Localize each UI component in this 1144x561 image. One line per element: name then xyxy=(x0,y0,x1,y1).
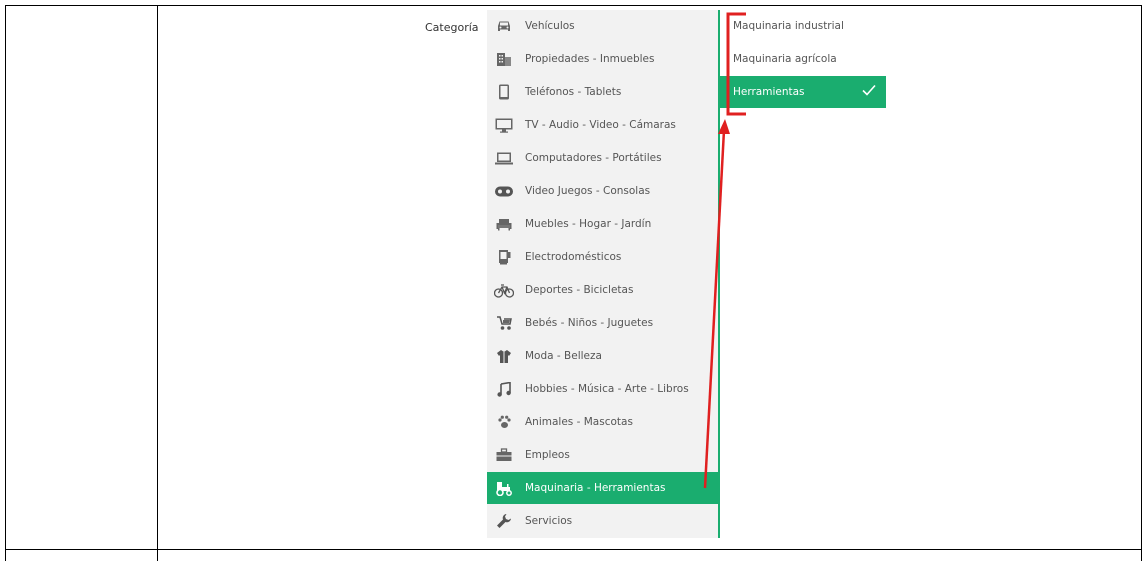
sofa-icon xyxy=(494,216,514,232)
category-label: Electrodomésticos xyxy=(525,251,622,263)
category-field-label: Categoría xyxy=(425,21,479,34)
wrench-icon xyxy=(494,513,514,529)
bicycle-icon xyxy=(494,282,514,298)
music-icon xyxy=(494,381,514,397)
category-item-vehiculos[interactable]: Vehículos xyxy=(487,10,718,42)
category-item-servicios[interactable]: Servicios xyxy=(487,505,718,537)
category-item-maquinaria[interactable]: Maquinaria - Herramientas xyxy=(487,472,718,504)
category-item-moda[interactable]: Moda - Belleza xyxy=(487,340,718,372)
category-item-empleos[interactable]: Empleos xyxy=(487,439,718,471)
category-item-computadores[interactable]: Computadores - Portátiles xyxy=(487,142,718,174)
category-label: Empleos xyxy=(525,449,570,461)
phone-icon xyxy=(494,84,514,100)
table-row-divider xyxy=(5,549,1142,550)
check-icon xyxy=(862,84,876,99)
tractor-icon xyxy=(494,480,514,496)
subcategory-item-maquinaria-industrial[interactable]: Maquinaria industrial xyxy=(720,10,886,42)
subcategory-label: Maquinaria agrícola xyxy=(733,53,837,65)
category-label: Computadores - Portátiles xyxy=(525,152,662,164)
monitor-icon xyxy=(494,117,514,133)
category-label: Moda - Belleza xyxy=(525,350,602,362)
paw-icon xyxy=(494,414,514,430)
car-icon xyxy=(494,18,514,34)
category-item-propiedades[interactable]: Propiedades - Inmuebles xyxy=(487,43,718,75)
category-label: Teléfonos - Tablets xyxy=(525,86,622,98)
category-item-videojuegos[interactable]: Video Juegos - Consolas xyxy=(487,175,718,207)
category-item-bebes[interactable]: Bebés - Niños - Juguetes xyxy=(487,307,718,339)
category-label: Bebés - Niños - Juguetes xyxy=(525,317,654,329)
building-icon xyxy=(494,51,514,67)
category-label: Deportes - Bicicletas xyxy=(525,284,634,296)
category-label: Servicios xyxy=(525,515,573,527)
category-label: Maquinaria - Herramientas xyxy=(525,482,666,494)
category-label: Muebles - Hogar - Jardín xyxy=(525,218,652,230)
category-label: Propiedades - Inmuebles xyxy=(525,53,655,65)
clothing-icon xyxy=(494,348,514,364)
table-column-divider xyxy=(157,5,158,561)
gamepad-icon xyxy=(494,183,514,199)
stroller-icon xyxy=(494,315,514,331)
subcategory-label: Herramientas xyxy=(733,86,805,98)
briefcase-icon xyxy=(494,447,514,463)
subcategory-item-herramientas[interactable]: Herramientas xyxy=(720,76,886,108)
category-label: Hobbies - Música - Arte - Libros xyxy=(525,383,689,395)
category-list: Vehículos Propiedades - Inmuebles Teléfo… xyxy=(487,10,718,538)
category-item-tv-audio[interactable]: TV - Audio - Video - Cámaras xyxy=(487,109,718,141)
category-item-animales[interactable]: Animales - Mascotas xyxy=(487,406,718,438)
laptop-icon xyxy=(494,150,514,166)
category-item-hobbies[interactable]: Hobbies - Música - Arte - Libros xyxy=(487,373,718,405)
category-label: Vehículos xyxy=(525,20,575,32)
category-item-electrodomesticos[interactable]: Electrodomésticos xyxy=(487,241,718,273)
category-item-telefonos[interactable]: Teléfonos - Tablets xyxy=(487,76,718,108)
subcategory-item-maquinaria-agricola[interactable]: Maquinaria agrícola xyxy=(720,43,886,75)
subcategory-label: Maquinaria industrial xyxy=(733,20,844,32)
category-item-deportes[interactable]: Deportes - Bicicletas xyxy=(487,274,718,306)
category-label: TV - Audio - Video - Cámaras xyxy=(525,119,676,131)
subcategory-list: Maquinaria industrial Maquinaria agrícol… xyxy=(720,10,886,110)
category-item-muebles[interactable]: Muebles - Hogar - Jardín xyxy=(487,208,718,240)
category-label: Animales - Mascotas xyxy=(525,416,633,428)
category-label: Video Juegos - Consolas xyxy=(525,185,651,197)
appliance-icon xyxy=(494,249,514,265)
